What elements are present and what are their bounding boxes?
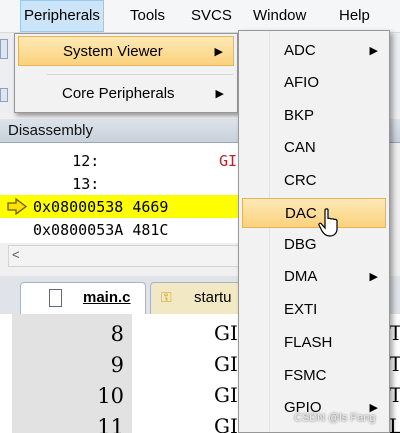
menu-tools[interactable]: Tools [130,0,165,32]
code-text: T [389,352,400,376]
submenu-item-bkp[interactable]: BKP [242,101,386,131]
menu-window[interactable]: Window [253,0,306,32]
menu-item-label: AFIO [284,74,320,91]
submenu-arrow-icon: ▶ [369,45,378,57]
submenu-item-dma[interactable]: DMA ▶ [242,262,386,292]
menu-item-label: DAC [285,205,317,222]
watermark: CSDN @ls Fang [294,412,376,424]
submenu-arrow-icon: ▶ [214,46,223,58]
menu-svcs[interactable]: SVCS [191,0,232,32]
submenu-item-adc[interactable]: ADC ▶ [242,36,386,66]
submenu-item-afio[interactable]: AFIO [242,68,386,98]
code-text: T [389,321,400,345]
menu-item-label: CRC [284,172,317,189]
menu-bar: Peripherals Tools SVCS Window Help [0,0,400,33]
system-viewer-submenu: ADC ▶ AFIO BKP CAN CRC DAC DBG DMA ▶ EXT… [238,30,390,433]
menu-peripherals[interactable]: Peripherals [20,0,104,32]
disassembly-title: Disassembly [8,122,94,139]
code-text: GI [214,352,238,376]
tab-main-c[interactable]: main.c [20,282,146,314]
line-number: 10 [97,384,124,408]
menu-item-label: FSMC [284,367,327,384]
menu-item-label: DBG [284,236,317,253]
toolbar-button[interactable] [0,39,8,59]
submenu-item-can[interactable]: CAN [242,133,386,163]
mouse-cursor-icon [318,208,338,237]
code-text: GI [214,414,238,433]
disassembly-line[interactable]: 13: [0,173,99,195]
menu-item-label: BKP [284,107,315,124]
tab-label: main.c [83,289,131,306]
execution-arrow-icon [7,198,27,215]
submenu-item-fsmc[interactable]: FSMC [242,361,386,391]
menu-item-label: DMA [284,268,318,285]
submenu-item-flash[interactable]: FLASH [242,328,386,358]
line-number: 11 [97,415,124,433]
menu-item-core-peripherals[interactable]: Core Peripherals ▶ [18,79,234,109]
code-text: GI [214,383,238,407]
menu-item-label: FLASH [284,334,333,351]
submenu-item-dbg[interactable]: DBG [242,230,386,260]
toolbar-button[interactable] [0,88,8,102]
disassembly-line-current[interactable]: 0x08000538 4669 [33,196,168,218]
disassembly-line[interactable]: 12: [0,150,99,172]
line-number: 8 [110,322,124,346]
menu-item-label: System Viewer [63,43,163,60]
line-number: 9 [110,353,124,377]
submenu-arrow-icon: ▶ [215,88,224,100]
menu-item-label: ADC [284,42,316,59]
menu-separator [47,74,233,75]
submenu-item-crc[interactable]: CRC [242,166,386,196]
disassembly-source-text: GI [219,152,238,170]
menu-item-label: CAN [284,139,316,156]
menu-item-system-viewer[interactable]: System Viewer ▶ [18,36,234,66]
menu-item-label: Core Peripherals [62,85,175,102]
submenu-arrow-icon: ▶ [369,271,378,283]
menu-item-label: EXTI [284,301,318,318]
code-text: GI [214,321,238,345]
key-icon: ⚿ [161,289,172,305]
tab-label: startu [194,289,232,306]
peripherals-menu: System Viewer ▶ Core Peripherals ▶ [14,33,238,113]
submenu-item-dac[interactable]: DAC [242,198,386,228]
screen: Peripherals Tools SVCS Window Help Disas… [0,0,400,433]
file-icon [49,289,62,307]
horizontal-scrollbar[interactable]: < [8,245,240,267]
disassembly-line[interactable]: 0x0800053A 481C [33,219,168,241]
code-text: T [389,383,400,407]
scroll-left-icon[interactable]: < [12,247,20,262]
submenu-item-exti[interactable]: EXTI [242,295,386,325]
code-text: L [389,414,400,433]
tab-startup[interactable]: ⚿ startu [150,282,250,314]
menu-help[interactable]: Help [339,0,370,32]
